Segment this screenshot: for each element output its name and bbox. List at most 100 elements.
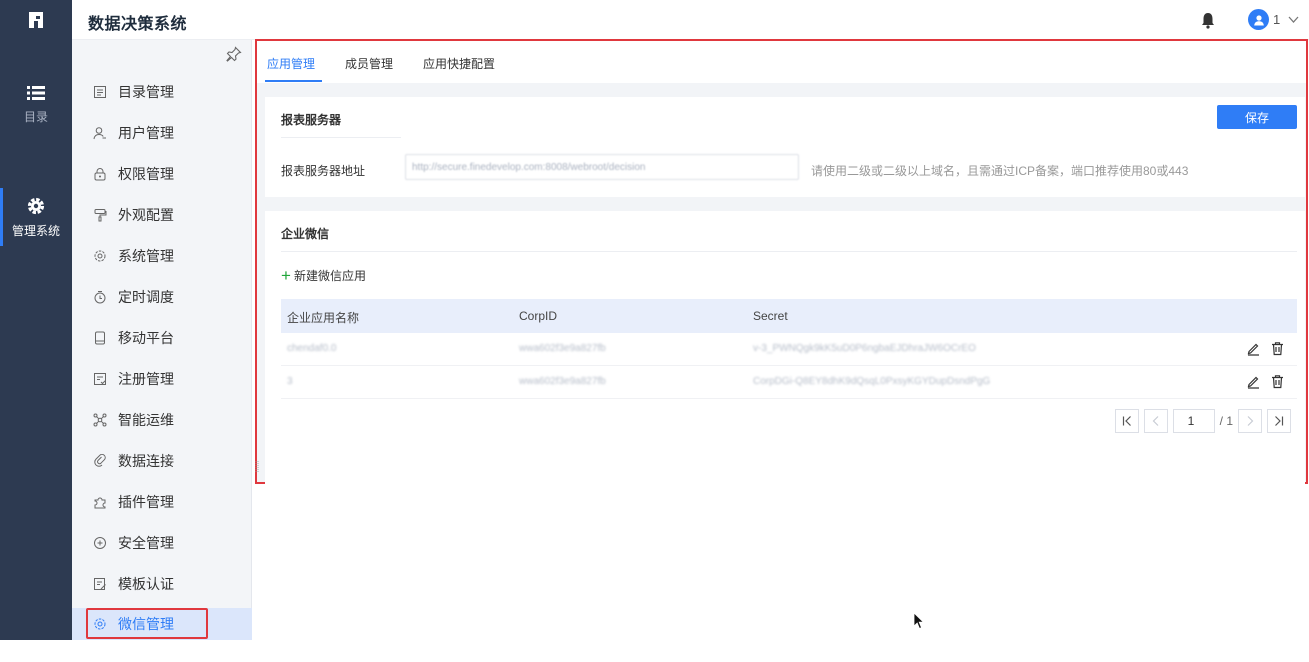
- report-server-panel: 报表服务器 保存 报表服务器地址 请使用二级或二级以上域名，且需通过ICP备案，…: [265, 97, 1305, 197]
- menu-item-registration[interactable]: 注册管理: [72, 363, 252, 395]
- menu-item-template-auth[interactable]: 模板认证: [72, 568, 252, 600]
- tab-quick-config[interactable]: 应用快捷配置: [423, 55, 495, 72]
- menu-item-directory[interactable]: 目录管理: [72, 76, 252, 108]
- column-header-corpid: CorpID: [519, 309, 558, 323]
- menu-item-label: 目录管理: [118, 84, 174, 100]
- column-header-name: 企业应用名称: [287, 311, 360, 325]
- cell-name: 3: [287, 376, 293, 387]
- chevron-right-icon: [1247, 416, 1254, 426]
- add-wechat-app-button[interactable]: + 新建微信应用: [281, 267, 366, 284]
- next-page-button[interactable]: [1238, 409, 1262, 433]
- app-logo[interactable]: [0, 0, 72, 40]
- menu-item-users[interactable]: 用户管理: [72, 117, 252, 149]
- menu-item-label: 系统管理: [118, 248, 174, 264]
- report-server-title: 报表服务器: [281, 113, 342, 127]
- resize-handle-icon[interactable]: [255, 460, 259, 474]
- page-number-input[interactable]: [1172, 409, 1215, 433]
- wechat-panel: 企业微信 + 新建微信应用 企业应用名称 CorpID Secret chend…: [265, 211, 1305, 484]
- user-avatar[interactable]: [1248, 9, 1269, 30]
- first-page-button[interactable]: [1114, 409, 1139, 433]
- pagination: / 1: [1114, 409, 1291, 433]
- column-header-secret: Secret: [753, 309, 788, 323]
- tab-member-management[interactable]: 成员管理: [345, 55, 393, 72]
- app-logo-icon: [29, 12, 43, 28]
- edit-icon[interactable]: [1246, 341, 1261, 356]
- chevron-down-icon[interactable]: [1287, 13, 1300, 26]
- server-address-label: 报表服务器地址: [281, 164, 366, 178]
- page-total: / 1: [1219, 414, 1233, 428]
- gear-icon: [27, 197, 45, 215]
- menu-item-label: 外观配置: [118, 207, 174, 223]
- wechat-app-table: 企业应用名称 CorpID Secret chendaf0.0 wwa602f3…: [281, 299, 1297, 399]
- prev-page-button[interactable]: [1143, 409, 1168, 433]
- paint-roller-icon: [92, 207, 108, 223]
- menu-item-security[interactable]: 安全管理: [72, 527, 252, 559]
- list-icon: [27, 86, 45, 100]
- menu-item-label: 权限管理: [118, 166, 174, 182]
- menu-item-data-connection[interactable]: 数据连接: [72, 445, 252, 477]
- cell-corpid: wwa602f3e9a827fb: [519, 343, 606, 354]
- pin-icon[interactable]: [226, 46, 242, 62]
- cell-secret: CorpDGi-Q8EY8dhK9dQsqL0PxsyKGYDupDsndPgG: [753, 376, 991, 387]
- user-manage-icon: [92, 125, 108, 141]
- menu-item-mobile[interactable]: 移动平台: [72, 322, 252, 354]
- menu-item-wechat[interactable]: 微信管理: [72, 608, 252, 640]
- divider: [281, 251, 1297, 252]
- menu-item-permissions[interactable]: 权限管理: [72, 158, 252, 190]
- app-title: 数据决策系统: [88, 16, 188, 33]
- module-nav: 目录 管理系统: [0, 40, 72, 640]
- menu-item-label: 移动平台: [118, 330, 174, 346]
- bell-icon[interactable]: [1199, 10, 1217, 30]
- nav-module-label: 管理系统: [11, 224, 60, 238]
- add-wechat-app-label: 新建微信应用: [293, 269, 366, 283]
- save-button[interactable]: 保存: [1217, 105, 1297, 129]
- sub-menu: 目录管理 用户管理 权限管理 外观配置 系统管理 定时调度 移动平台 注册管理 …: [72, 40, 252, 640]
- content-area: 应用管理 成员管理 应用快捷配置 报表服务器 保存 报表服务器地址 请使用二级或…: [255, 39, 1308, 484]
- operations-icon: [92, 412, 108, 428]
- table-row: chendaf0.0 wwa602f3e9a827fb v-3_PWNQgk9k…: [281, 333, 1297, 366]
- trash-icon[interactable]: [1270, 374, 1285, 389]
- active-tab-indicator: [265, 80, 322, 82]
- menu-item-label: 智能运维: [118, 412, 174, 428]
- nav-module-label: 目录: [23, 110, 48, 124]
- cell-name: chendaf0.0: [287, 343, 337, 354]
- first-page-icon: [1122, 416, 1131, 426]
- menu-item-plugins[interactable]: 插件管理: [72, 486, 252, 518]
- menu-item-label: 安全管理: [118, 535, 174, 551]
- trash-icon[interactable]: [1270, 341, 1285, 356]
- user-icon: [1253, 14, 1264, 25]
- directory-icon: [92, 84, 108, 100]
- wechat-title: 企业微信: [281, 227, 330, 241]
- cell-secret: v-3_PWNQgk9kK5uD0P6ngbaEJDhraJW6OCrEO: [753, 343, 976, 354]
- menu-item-label: 数据连接: [118, 453, 174, 469]
- mouse-cursor-icon: [913, 612, 925, 630]
- system-gear-icon: [92, 248, 108, 264]
- edit-icon[interactable]: [1246, 374, 1261, 389]
- last-page-icon: [1275, 416, 1284, 426]
- nav-module-directory[interactable]: 目录: [0, 84, 72, 125]
- menu-item-scheduling[interactable]: 定时调度: [72, 281, 252, 313]
- last-page-button[interactable]: [1267, 409, 1291, 433]
- menu-item-appearance[interactable]: 外观配置: [72, 199, 252, 231]
- cell-corpid: wwa602f3e9a827fb: [519, 376, 606, 387]
- timer-icon: [92, 289, 108, 305]
- menu-item-label: 用户管理: [118, 125, 174, 141]
- mobile-icon: [92, 330, 108, 346]
- divider: [281, 137, 401, 138]
- server-address-input[interactable]: [405, 154, 799, 180]
- highlight-box: [86, 608, 208, 639]
- chevron-left-icon: [1152, 416, 1159, 426]
- menu-item-label: 模板认证: [118, 576, 174, 592]
- menu-item-label: 插件管理: [118, 494, 174, 510]
- link-icon: [92, 453, 108, 469]
- template-icon: [92, 576, 108, 592]
- nav-module-management[interactable]: 管理系统: [0, 188, 72, 246]
- row-actions: [1246, 374, 1285, 389]
- tab-app-management[interactable]: 应用管理: [267, 55, 315, 72]
- menu-item-operations[interactable]: 智能运维: [72, 404, 252, 436]
- server-address-hint: 请使用二级或二级以上域名，且需通过ICP备案，端口推荐使用80或443: [811, 164, 1189, 178]
- user-name[interactable]: 1: [1273, 12, 1280, 27]
- plugin-icon: [92, 494, 108, 510]
- menu-item-system[interactable]: 系统管理: [72, 240, 252, 272]
- row-actions: [1246, 341, 1285, 356]
